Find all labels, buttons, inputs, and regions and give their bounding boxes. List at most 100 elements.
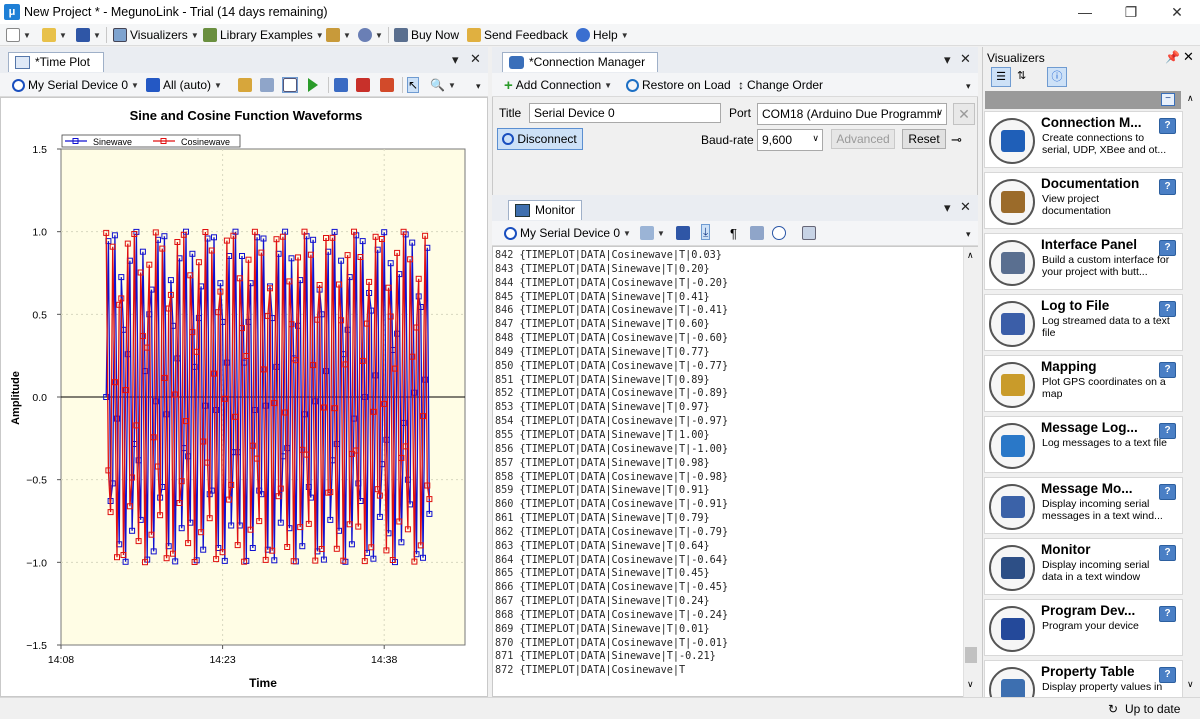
close-timeplot-button[interactable]: ✕: [470, 51, 481, 67]
monitor-scrollbar[interactable]: ∧ ∨: [963, 247, 978, 697]
help-icon[interactable]: ?: [1159, 362, 1176, 378]
visualizer-item[interactable]: Message Log... Log messages to a text fil…: [984, 416, 1183, 473]
autoscroll-toggle[interactable]: ⤓: [701, 224, 711, 240]
visualizer-item[interactable]: Connection M... Create connections to ser…: [984, 111, 1183, 168]
scroll-down-icon[interactable]: ∨: [1187, 679, 1194, 690]
close-connection-button[interactable]: ✕: [960, 51, 971, 67]
monitor-line: 854 {TIMEPLOT|DATA|Cosinewave|T|-0.97}: [495, 415, 965, 429]
chevron-down-icon: ▼: [131, 80, 139, 90]
toolbar-overflow-icon[interactable]: ▾: [966, 229, 971, 240]
show-newlines-toggle[interactable]: ¶: [730, 225, 737, 241]
close-window-button[interactable]: ✕: [1154, 0, 1200, 24]
magnifier-icon: 🔍: [430, 78, 445, 92]
help-icon[interactable]: ?: [1159, 667, 1176, 683]
change-order-label: Change Order: [747, 78, 824, 92]
restore-on-load-button[interactable]: Restore on Load: [626, 77, 731, 93]
collapse-icon[interactable]: −: [1161, 93, 1175, 106]
open-file-button[interactable]: ▼: [42, 27, 67, 43]
settings-menu[interactable]: ▼: [358, 27, 383, 43]
grid-toggle-button[interactable]: [282, 77, 298, 93]
help-icon[interactable]: ?: [1159, 179, 1176, 195]
new-file-button[interactable]: ▼: [6, 27, 31, 43]
sketch-menu[interactable]: ▼: [326, 27, 351, 43]
baud-rate-select[interactable]: 9,600 ∨: [757, 129, 823, 151]
visualizer-item[interactable]: Program Dev... Program your device?: [984, 599, 1183, 656]
bar-chart-button[interactable]: [334, 77, 348, 93]
table-view-button[interactable]: [260, 77, 274, 93]
time-plot-chart[interactable]: Sine and Cosine Function Waveforms Time …: [1, 98, 487, 696]
monitor-text[interactable]: 842 {TIMEPLOT|DATA|Cosinewave|T|0.03} 843…: [495, 249, 965, 681]
tab-monitor[interactable]: Monitor: [508, 200, 582, 220]
pointer-tool-button[interactable]: ↖: [407, 77, 420, 93]
close-visualizers-button[interactable]: ✕: [1183, 49, 1194, 65]
timestamp-toggle[interactable]: [772, 225, 786, 241]
visualizer-item[interactable]: Message Mo... Display incoming serial mes…: [984, 477, 1183, 534]
advanced-button[interactable]: Advanced: [831, 129, 895, 149]
title-input[interactable]: [529, 103, 721, 123]
help-menu[interactable]: Help ▼: [576, 27, 629, 43]
tab-time-plot[interactable]: *Time Plot: [8, 52, 104, 72]
info-view-button[interactable]: ⓘ: [1047, 67, 1067, 87]
help-icon[interactable]: ?: [1159, 545, 1176, 561]
copy-button[interactable]: ▼: [640, 225, 665, 241]
visualizers-scrollbar[interactable]: ∧ ∨: [1183, 91, 1200, 697]
visualizer-item[interactable]: Mapping Plot GPS coordinates on a map?: [984, 355, 1183, 412]
reset-button[interactable]: Reset: [902, 129, 946, 149]
line-text: {TIMEPLOT|DATA|Cosinewave|T|-1.00}: [513, 443, 729, 455]
help-icon[interactable]: ?: [1159, 606, 1176, 622]
visualizer-item[interactable]: Interface Panel Build a custom interface …: [984, 233, 1183, 290]
help-icon[interactable]: ?: [1159, 484, 1176, 500]
save-button[interactable]: ▼: [76, 27, 101, 43]
panel-menu-chevron-icon[interactable]: ▾: [944, 200, 951, 216]
close-monitor-button[interactable]: ✕: [960, 199, 971, 215]
y-tick-label: 0.0: [32, 392, 47, 404]
help-icon[interactable]: ?: [1159, 118, 1176, 134]
line-number: 869: [495, 623, 514, 635]
monitor-tab-icon: [515, 204, 530, 217]
visualizer-item[interactable]: Log to File Log streamed data to a text f…: [984, 294, 1183, 351]
minimize-button[interactable]: —: [1062, 0, 1108, 24]
change-order-button[interactable]: ↕ Change Order: [738, 77, 823, 93]
remove-connection-button[interactable]: ✕: [953, 103, 975, 125]
help-icon[interactable]: ?: [1159, 301, 1176, 317]
visualizer-item[interactable]: Documentation View project documentation?: [984, 172, 1183, 229]
table-view-button[interactable]: [750, 225, 764, 241]
library-examples-menu[interactable]: Library Examples ▼: [203, 27, 324, 43]
categorized-view-button[interactable]: ☰: [991, 67, 1011, 87]
maximize-button[interactable]: ❐: [1108, 0, 1154, 24]
monitor-save-button[interactable]: [676, 225, 690, 241]
scrollbar-thumb[interactable]: [965, 647, 977, 663]
monitor-line: 857 {TIMEPLOT|DATA|Sinewave|T|0.98}: [495, 457, 965, 471]
port-select[interactable]: COM18 (Arduino Due Programmi ∨: [757, 103, 947, 125]
play-button[interactable]: [308, 77, 318, 93]
buy-now-button[interactable]: Buy Now: [394, 27, 459, 43]
panel-menu-chevron-icon[interactable]: ▾: [944, 52, 951, 68]
zoom-tool-button[interactable]: 🔍 ▼: [430, 77, 456, 93]
scroll-down-icon[interactable]: ∨: [967, 679, 974, 690]
panel-menu-chevron-icon[interactable]: ▾: [452, 52, 459, 68]
series-select[interactable]: All (auto) ▼: [146, 77, 222, 93]
sort-button[interactable]: ⇅: [1017, 69, 1026, 82]
scroll-up-icon[interactable]: ∧: [1187, 93, 1194, 104]
toolbar-overflow-icon[interactable]: ▾: [476, 81, 481, 92]
visualizer-item[interactable]: Monitor Display incoming serial data in a…: [984, 538, 1183, 595]
tab-connection-manager[interactable]: *Connection Manager: [502, 52, 658, 72]
disconnect-button[interactable]: Disconnect: [497, 128, 583, 150]
line-text: {TIMEPLOT|DATA|Cosinewave|T|-0.79}: [513, 526, 729, 538]
clear-plot-button[interactable]: [356, 77, 370, 93]
help-icon[interactable]: ?: [1159, 240, 1176, 256]
monitor-device-select[interactable]: My Serial Device 0 ▼: [504, 225, 631, 241]
send-feedback-button[interactable]: Send Feedback: [467, 27, 568, 43]
timeplot-device-select[interactable]: My Serial Device 0 ▼: [12, 77, 139, 93]
scroll-up-icon[interactable]: ∧: [967, 250, 974, 261]
visualizers-menu[interactable]: Visualizers ▼: [113, 27, 199, 43]
add-connection-button[interactable]: + Add Connection ▼: [504, 77, 612, 94]
properties-button[interactable]: [238, 77, 252, 93]
autoscale-button[interactable]: [380, 77, 394, 93]
visualizer-item[interactable]: Property Table Display property values in…: [984, 660, 1183, 698]
pin-icon[interactable]: 📌: [1165, 50, 1180, 64]
monitor-line: 870 {TIMEPLOT|DATA|Cosinewave|T|-0.01}: [495, 637, 965, 651]
help-icon[interactable]: ?: [1159, 423, 1176, 439]
toolbar-overflow-icon[interactable]: ▾: [966, 81, 971, 92]
clear-monitor-button[interactable]: [802, 225, 816, 241]
